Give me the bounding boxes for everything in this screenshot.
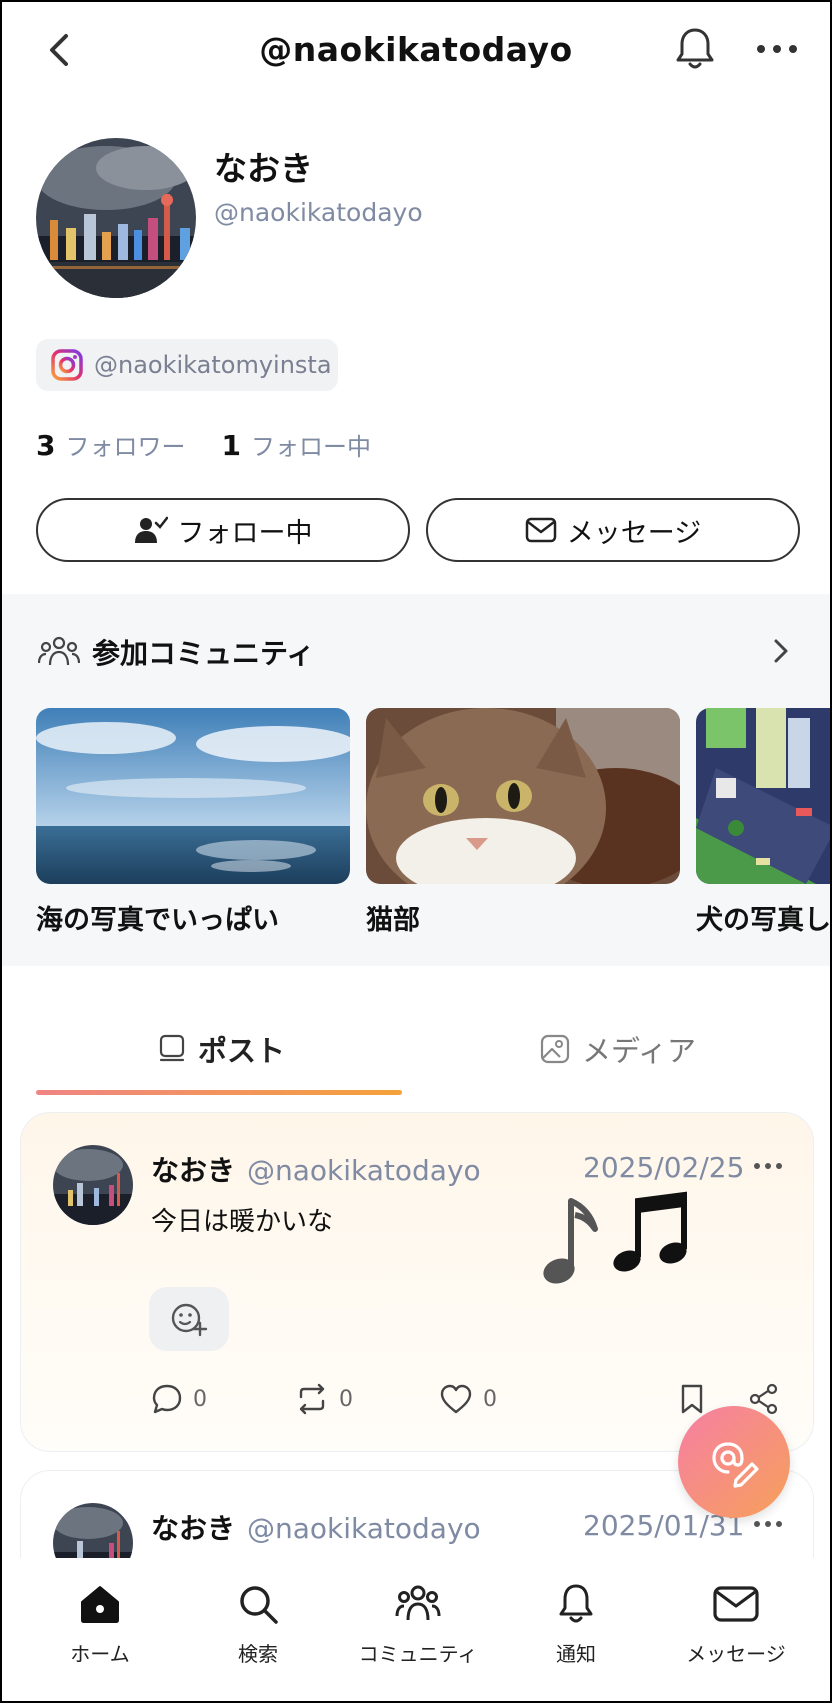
community-name: 猫部 <box>366 905 420 936</box>
active-tab-indicator <box>36 1090 402 1095</box>
nav-notifications-label: 通知 <box>556 1642 596 1666</box>
like-button[interactable]: 0 <box>439 1383 497 1415</box>
tab-media[interactable]: メディア <box>540 1028 696 1070</box>
more-horizontal-icon[interactable] <box>751 1517 785 1531</box>
nav-home[interactable]: ホーム <box>20 1582 180 1667</box>
comment-count: 0 <box>193 1386 207 1412</box>
follow-stats: 3 フォロワー 1 フォロー中 <box>36 427 407 462</box>
chevron-right-icon[interactable] <box>768 636 794 666</box>
tab-posts[interactable]: ポスト <box>158 1028 285 1070</box>
community-card[interactable]: 猫部 <box>366 708 680 937</box>
community-image <box>696 708 830 884</box>
community-image <box>36 708 350 884</box>
nav-notifications[interactable]: 通知 <box>496 1582 656 1667</box>
instagram-icon <box>51 349 83 381</box>
followers-link[interactable]: フォロワー <box>65 427 185 462</box>
community-icon <box>395 1585 441 1621</box>
message-button[interactable]: メッセージ <box>426 498 800 562</box>
search-icon <box>240 1586 278 1624</box>
emoji-add-icon <box>171 1303 208 1337</box>
post-date: 2025/02/25 <box>583 1151 745 1184</box>
instagram-link[interactable]: @naokikatomyinsta <box>36 339 338 391</box>
message-button-label: メッセージ <box>566 517 702 549</box>
nav-search[interactable]: 検索 <box>178 1582 338 1667</box>
following-button[interactable]: フォロー中 <box>36 498 410 562</box>
nav-messages[interactable]: メッセージ <box>656 1582 816 1667</box>
more-horizontal-icon[interactable] <box>752 32 802 66</box>
following-button-label: フォロー中 <box>177 517 313 549</box>
profile-name: なおき <box>214 149 313 188</box>
home-icon <box>81 1586 119 1623</box>
community-image <box>366 708 680 884</box>
post-header: なおき @naokikatodayo <box>151 1507 481 1547</box>
heart-icon <box>440 1384 472 1414</box>
post-icon <box>159 1034 185 1062</box>
compose-icon <box>712 1442 759 1488</box>
repost-icon <box>299 1383 325 1415</box>
music-notes-sticker <box>543 1191 687 1284</box>
community-card[interactable]: 犬の写真し <box>696 708 831 937</box>
community-name: 海の写真でいっぱい <box>36 905 279 936</box>
following-count: 1 <box>221 429 241 462</box>
instagram-handle: @naokikatomyinsta <box>94 351 332 379</box>
comment-icon <box>152 1384 182 1414</box>
repost-button[interactable]: 0 <box>295 1383 353 1415</box>
post-text: 今日は暖かいな <box>151 1207 334 1237</box>
bell-icon <box>559 1584 593 1623</box>
image-icon <box>540 1034 570 1064</box>
post-author-name: なおき <box>151 1512 236 1545</box>
followers-count: 3 <box>36 429 56 462</box>
add-reaction-button[interactable] <box>149 1287 229 1351</box>
community-icon <box>38 636 80 666</box>
community-card[interactable]: 海の写真でいっぱい <box>36 708 350 937</box>
community-name: 犬の写真し <box>696 905 831 936</box>
mail-icon <box>713 1586 759 1622</box>
bottom-navigation: ホーム 検索 コミュニティ 通知 メッセージ <box>2 1558 830 1701</box>
avatar[interactable] <box>53 1145 133 1225</box>
communities-section: 参加コミュニティ 海の写真でいっぱい 猫部 犬の写真し <box>2 594 830 966</box>
nav-search-label: 検索 <box>238 1642 278 1666</box>
user-check-icon <box>134 516 168 543</box>
following-link[interactable]: フォロー中 <box>251 427 371 462</box>
app-screen: @naokikatodayo なおき @naokikatodayo @naoki… <box>0 0 832 1703</box>
bookmark-icon[interactable] <box>679 1383 705 1415</box>
tab-posts-label: ポスト <box>198 1034 286 1068</box>
top-bar: @naokikatodayo <box>2 2 830 102</box>
post-card[interactable]: なおき @naokikatodayo 2025/02/25 今日は暖かいな 0 … <box>20 1112 814 1452</box>
repost-count: 0 <box>339 1386 353 1412</box>
mail-icon <box>525 517 557 543</box>
communities-header[interactable]: 参加コミュニティ <box>38 632 314 672</box>
more-horizontal-icon[interactable] <box>751 1159 785 1173</box>
post-author-handle: @naokikatodayo <box>247 1512 481 1545</box>
avatar[interactable] <box>36 138 196 298</box>
comment-button[interactable]: 0 <box>151 1383 207 1415</box>
nav-messages-label: メッセージ <box>686 1642 786 1666</box>
post-author-name: なおき <box>151 1154 236 1187</box>
profile-handle: @naokikatodayo <box>214 198 423 227</box>
communities-title: 参加コミュニティ <box>92 637 315 670</box>
post-header: なおき @naokikatodayo <box>151 1149 481 1189</box>
post-author-handle: @naokikatodayo <box>247 1154 481 1187</box>
like-count: 0 <box>483 1386 497 1412</box>
nav-community-label: コミュニティ <box>358 1642 478 1666</box>
tab-media-label: メディア <box>582 1034 696 1068</box>
compose-post-button[interactable] <box>678 1406 790 1518</box>
nav-home-label: ホーム <box>70 1642 130 1666</box>
nav-community[interactable]: コミュニティ <box>338 1582 498 1667</box>
bell-icon[interactable] <box>670 24 720 74</box>
